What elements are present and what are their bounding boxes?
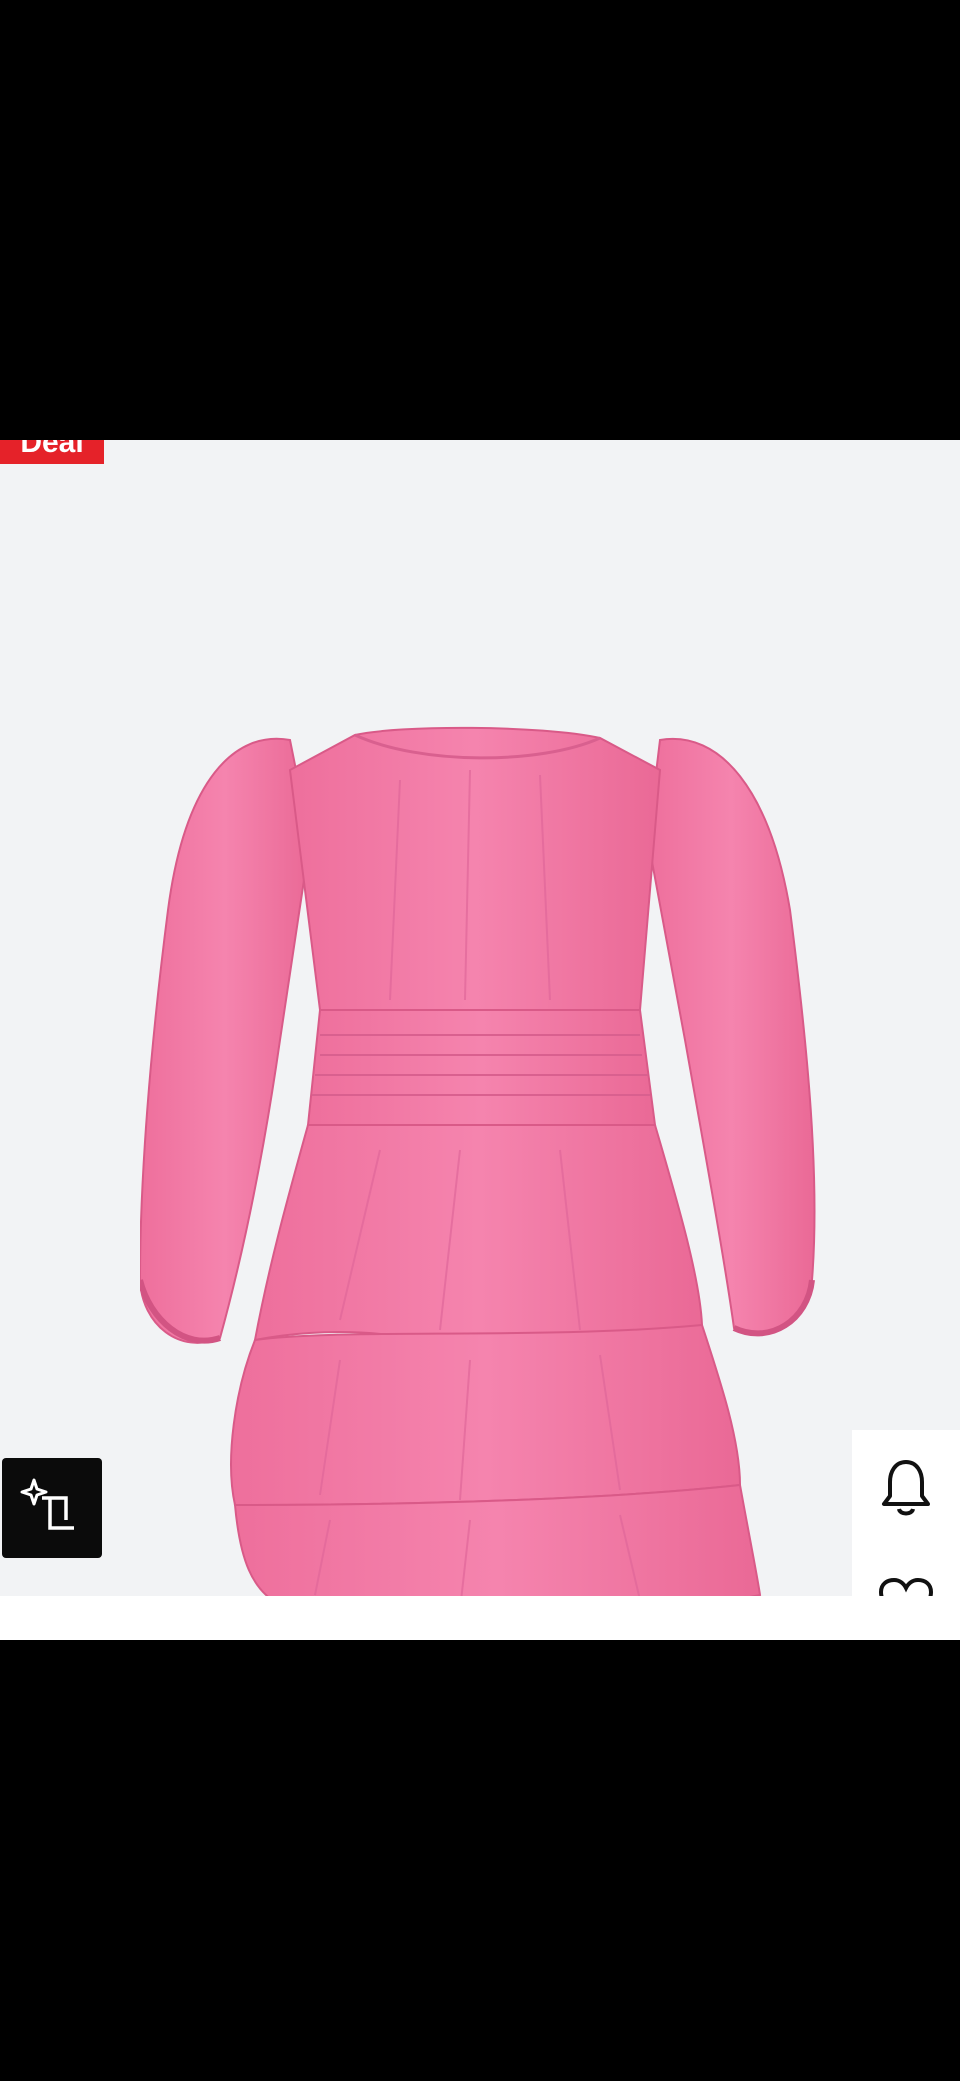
deal-badge: Deal: [0, 440, 104, 464]
top-black-bar: [0, 0, 960, 440]
sparkle-crop-icon: [20, 1478, 74, 1530]
side-action-panel: [852, 1430, 960, 1596]
bottom-white-strip: [0, 1596, 960, 1640]
heart-icon[interactable]: [878, 1578, 934, 1596]
product-image-area: Deal: [0, 440, 960, 1640]
deal-badge-label: Deal: [20, 440, 84, 459]
bottom-black-bar: [0, 1640, 960, 2081]
bell-icon[interactable]: [881, 1458, 931, 1518]
ai-search-button[interactable]: [2, 1458, 102, 1558]
pink-dress-image[interactable]: [140, 580, 820, 1620]
